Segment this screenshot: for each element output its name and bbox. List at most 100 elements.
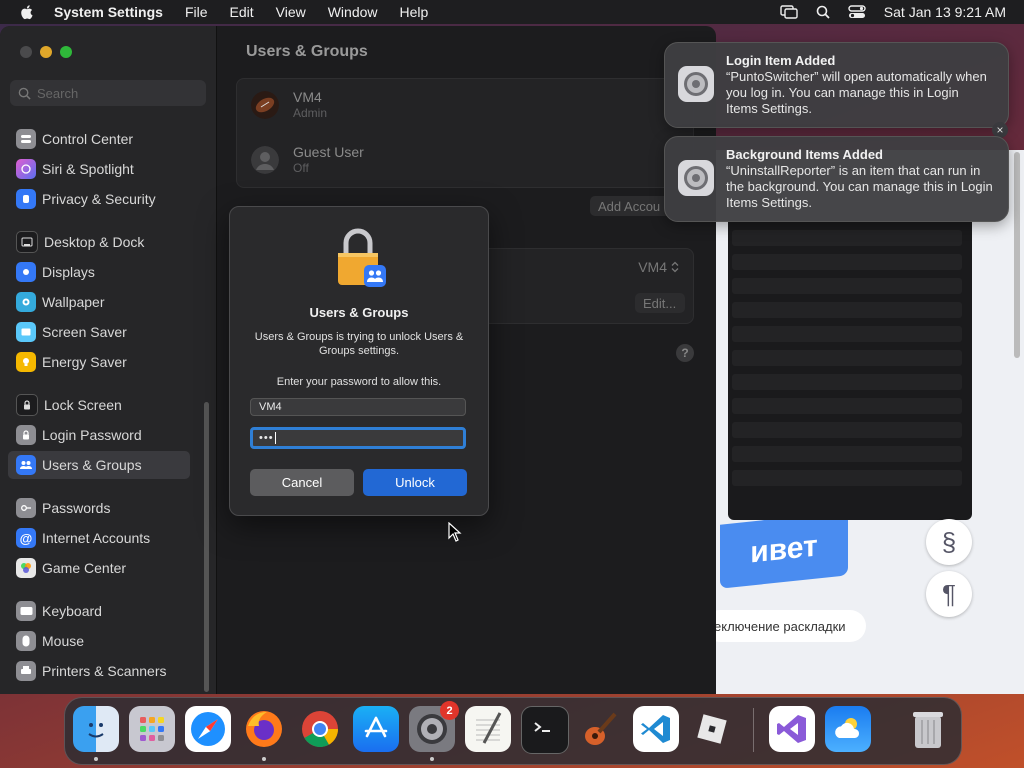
- sidebar-item-wallpaper[interactable]: Wallpaper: [8, 288, 190, 316]
- menu-edit[interactable]: Edit: [230, 4, 254, 20]
- settings-gear-icon: [678, 160, 714, 196]
- flower-icon: [16, 292, 36, 312]
- sidebar-item-energy-saver[interactable]: Energy Saver: [8, 348, 190, 376]
- users-icon: [16, 455, 36, 475]
- roblox-icon[interactable]: [689, 706, 735, 752]
- notification-background-item[interactable]: Background Items Added “UninstallReporte…: [664, 136, 1009, 222]
- user-name: VM4: [293, 89, 322, 105]
- list-item: [732, 446, 962, 462]
- search-field[interactable]: Search: [10, 80, 206, 106]
- minimize-window-button[interactable]: [40, 46, 52, 58]
- sidebar-item-control-center[interactable]: Control Center: [8, 125, 190, 153]
- user-name: Guest User: [293, 144, 364, 160]
- punto-list-panel: [728, 222, 972, 520]
- menu-file[interactable]: File: [185, 4, 208, 20]
- sidebar-item-screen-saver[interactable]: Screen Saver: [8, 318, 190, 346]
- person-avatar-icon: [251, 146, 279, 174]
- notification-body: “PuntoSwitcher” will open automatically …: [726, 69, 987, 116]
- terminal-icon[interactable]: [521, 706, 569, 754]
- sidebar-item-label: Internet Accounts: [42, 530, 151, 546]
- sidebar-scrollbar[interactable]: [204, 402, 209, 692]
- trash-icon[interactable]: [905, 706, 951, 752]
- section-sign-button[interactable]: §: [926, 519, 972, 565]
- guitar-icon[interactable]: [577, 706, 623, 752]
- screen-mirroring-icon[interactable]: [780, 5, 798, 19]
- launchpad-icon[interactable]: [129, 706, 175, 752]
- notification-body: “UninstallReporter” is an item that can …: [726, 163, 993, 210]
- safari-icon[interactable]: [185, 706, 231, 752]
- sidebar-item-label: Energy Saver: [42, 354, 127, 370]
- zoom-window-button[interactable]: [60, 46, 72, 58]
- sidebar-item-login-password[interactable]: Login Password: [8, 421, 190, 449]
- sidebar-item-keyboard[interactable]: Keyboard: [8, 597, 190, 625]
- menu-app-name[interactable]: System Settings: [54, 4, 163, 20]
- menu-window[interactable]: Window: [328, 4, 378, 20]
- sidebar: Search Control Center Siri & Spotlight P…: [0, 26, 217, 694]
- sidebar-item-label: Game Center: [42, 560, 127, 576]
- sidebar-item-siri-spotlight[interactable]: Siri & Spotlight: [8, 155, 190, 183]
- sidebar-item-game-center[interactable]: Game Center: [8, 554, 190, 582]
- football-avatar-icon: [251, 91, 279, 119]
- sidebar-item-desktop-dock[interactable]: Desktop & Dock: [8, 228, 190, 256]
- cancel-button[interactable]: Cancel: [250, 469, 354, 496]
- sidebar-item-internet-accounts[interactable]: @ Internet Accounts: [8, 524, 190, 552]
- settings-gear-icon: [678, 66, 714, 102]
- menu-bar: System Settings File Edit View Window He…: [0, 0, 1024, 24]
- dock-separator: [753, 708, 754, 752]
- sidebar-item-label: Screen Saver: [42, 324, 127, 340]
- sidebar-item-privacy-security[interactable]: Privacy & Security: [8, 185, 190, 213]
- layout-switch-label: еключение раскладки: [704, 610, 866, 642]
- visual-studio-icon[interactable]: [769, 706, 815, 752]
- chrome-icon[interactable]: [297, 706, 343, 752]
- chevron-updown-icon: [671, 261, 679, 273]
- notification-login-item[interactable]: Login Item Added “PuntoSwitcher” will op…: [664, 42, 1009, 128]
- lock-icon: [16, 425, 36, 445]
- control-center-icon: [16, 129, 36, 149]
- textedit-icon[interactable]: [465, 706, 511, 752]
- finder-icon[interactable]: [73, 706, 119, 752]
- list-item: [732, 230, 962, 246]
- control-center-icon[interactable]: [848, 5, 866, 19]
- sidebar-item-passwords[interactable]: Passwords: [8, 494, 190, 522]
- running-indicator: [430, 757, 434, 761]
- punto-banner-text: ивет: [750, 529, 818, 570]
- spotlight-search-icon[interactable]: [816, 5, 830, 19]
- apple-icon[interactable]: [18, 3, 36, 21]
- printer-icon: [16, 661, 36, 681]
- list-item: [732, 374, 962, 390]
- sidebar-item-label: Siri & Spotlight: [42, 161, 134, 177]
- vscode-icon[interactable]: [633, 706, 679, 752]
- bulb-icon: [16, 352, 36, 372]
- sidebar-item-mouse[interactable]: Mouse: [8, 627, 190, 655]
- notification-title: Background Items Added: [726, 147, 883, 162]
- running-indicator: [262, 757, 266, 761]
- sidebar-item-label: Lock Screen: [44, 397, 122, 413]
- user-row-guest[interactable]: Guest User Off: [251, 144, 364, 176]
- firefox-icon[interactable]: [241, 706, 287, 752]
- sidebar-item-printers-scanners[interactable]: Printers & Scanners: [8, 657, 190, 685]
- screen-saver-icon: [16, 322, 36, 342]
- edit-button[interactable]: Edit...: [635, 293, 685, 313]
- weather-icon[interactable]: [825, 706, 871, 752]
- pilcrow-button[interactable]: ¶: [926, 571, 972, 617]
- menu-help[interactable]: Help: [400, 4, 429, 20]
- punto-scrollbar[interactable]: [1014, 152, 1020, 358]
- user-row-vm4[interactable]: VM4 Admin: [251, 89, 327, 121]
- menu-view[interactable]: View: [276, 4, 306, 20]
- app-store-icon[interactable]: [353, 706, 399, 752]
- lock-icon: [16, 394, 38, 416]
- close-window-button[interactable]: [20, 46, 32, 58]
- list-item: [732, 470, 962, 486]
- sidebar-item-displays[interactable]: Displays: [8, 258, 190, 286]
- unlock-button[interactable]: Unlock: [363, 469, 467, 496]
- key-icon: [16, 498, 36, 518]
- auto-login-select[interactable]: VM4: [638, 259, 679, 275]
- username-field[interactable]: VM4: [250, 398, 466, 416]
- users-list: VM4 Admin Guest User Off: [236, 78, 694, 188]
- password-field[interactable]: •••: [250, 427, 466, 449]
- sidebar-item-users-groups[interactable]: Users & Groups: [8, 451, 190, 479]
- help-button[interactable]: ?: [676, 344, 694, 362]
- sidebar-item-label: Users & Groups: [42, 457, 142, 473]
- sidebar-item-lock-screen[interactable]: Lock Screen: [8, 391, 190, 419]
- menubar-clock[interactable]: Sat Jan 13 9:21 AM: [884, 4, 1006, 20]
